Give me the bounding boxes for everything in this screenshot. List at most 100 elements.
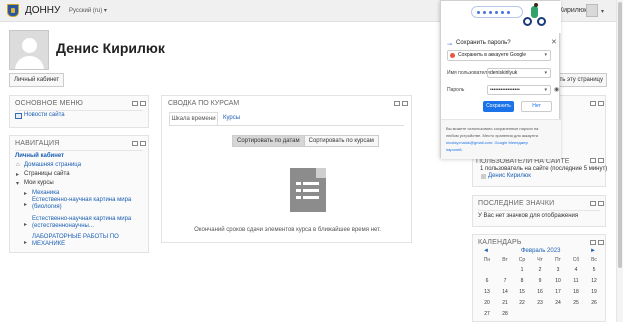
calendar-day[interactable]: 7 bbox=[497, 278, 513, 284]
calendar-day[interactable]: 11 bbox=[568, 278, 584, 284]
calendar-day[interactable]: 23 bbox=[532, 300, 548, 306]
calendar-weekday: Пт bbox=[555, 257, 561, 263]
online-user-link[interactable]: Денис Кирилюк bbox=[488, 173, 531, 179]
nav-course-natsci-line1[interactable]: Естественно-научная картина мира bbox=[32, 216, 131, 222]
calendar-day[interactable]: 28 bbox=[497, 311, 513, 317]
nav-course-labs-line2[interactable]: МЕХАНИКЕ bbox=[32, 241, 65, 247]
password-manager-link-end[interactable]: паролей. bbox=[446, 147, 556, 153]
course-overview-block: СВОДКА ПО КУРСАМ Шкала времени Курсы Сор… bbox=[161, 95, 412, 243]
menu-item-news[interactable]: Новости сайта bbox=[24, 112, 65, 118]
navigation-block: НАВИГАЦИЯ Личный кабинет ⌂ Домашняя стра… bbox=[9, 135, 149, 253]
calendar-day[interactable]: 18 bbox=[568, 289, 584, 295]
calendar-day[interactable]: 2 bbox=[532, 267, 548, 273]
nav-course-biology-line2[interactable]: (биология) bbox=[32, 204, 62, 210]
calendar-prev-icon[interactable]: ◄ bbox=[483, 248, 489, 254]
scrollbar-thumb[interactable] bbox=[618, 2, 622, 268]
chevron-down-icon: ▾ bbox=[544, 70, 547, 76]
sort-by-dates-button[interactable]: Сортировать по датам bbox=[233, 136, 304, 146]
calendar-day[interactable]: 10 bbox=[550, 278, 566, 284]
popup-footer: Вы можете использовать сохраненные парол… bbox=[441, 119, 561, 159]
home-icon: ⌂ bbox=[16, 162, 20, 168]
block-controls-icon[interactable] bbox=[394, 101, 408, 106]
calendar-day[interactable]: 9 bbox=[532, 278, 548, 284]
calendar-month-title[interactable]: Февраль 2023 bbox=[521, 248, 560, 254]
calendar-weekday: Вт bbox=[502, 257, 508, 263]
tab-timeline[interactable]: Шкала времени bbox=[169, 112, 218, 125]
footer-text-line: Вы можете использовать сохраненные парол… bbox=[446, 126, 539, 131]
eye-icon[interactable]: ◉ bbox=[554, 86, 559, 93]
expand-arrow-icon[interactable]: ▸ bbox=[24, 239, 27, 246]
calendar-day[interactable]: 8 bbox=[514, 278, 530, 284]
calendar-day[interactable]: 1 bbox=[514, 267, 530, 273]
badges-empty-message: У Вас нет значков для отображения bbox=[478, 213, 579, 219]
save-password-button[interactable]: Сохранить bbox=[483, 101, 514, 112]
key-icon: ⊸ bbox=[447, 42, 453, 48]
expand-arrow-icon[interactable]: ▸ bbox=[24, 221, 27, 228]
password-field[interactable]: ••••••••••••••••• ▾ bbox=[487, 85, 551, 95]
page-scrollbar[interactable] bbox=[616, 0, 623, 322]
calendar-day[interactable]: 4 bbox=[568, 267, 584, 273]
calendar-day[interactable]: 5 bbox=[586, 267, 602, 273]
username-field[interactable]: deniskirilyuk ▾ bbox=[487, 68, 551, 78]
nav-course-labs-line1[interactable]: ЛАБОРАТОРНЫЕ РАБОТЫ ПО bbox=[32, 234, 119, 240]
google-account-icon bbox=[450, 53, 455, 58]
nav-course-biology-line1[interactable]: Естественно-научная картина мира bbox=[32, 197, 131, 203]
nav-course-mechanics[interactable]: Механика bbox=[32, 190, 59, 196]
calendar-day[interactable]: 21 bbox=[497, 300, 513, 306]
nav-dashboard[interactable]: Личный кабинет bbox=[15, 153, 64, 159]
never-save-button[interactable]: Нет bbox=[521, 101, 552, 112]
site-brand[interactable]: ДОННУ bbox=[25, 5, 60, 16]
sort-by-courses-button[interactable]: Сортировать по курсам bbox=[303, 136, 378, 146]
calendar-day[interactable]: 24 bbox=[550, 300, 566, 306]
calendar-day[interactable]: 27 bbox=[479, 311, 495, 317]
user-avatar-small[interactable] bbox=[586, 4, 598, 17]
university-logo-icon[interactable] bbox=[7, 4, 19, 17]
save-password-question: Сохранить пароль? bbox=[456, 40, 511, 46]
block-controls-icon[interactable] bbox=[132, 141, 146, 146]
expand-arrow-icon[interactable]: ▸ bbox=[16, 171, 19, 178]
nav-course-natsci-line2[interactable]: (естественнонаучны... bbox=[32, 223, 94, 229]
calendar-day[interactable]: 14 bbox=[497, 289, 513, 295]
nav-item-my-courses[interactable]: Мои курсы bbox=[24, 180, 54, 186]
tab-courses[interactable]: Курсы bbox=[223, 112, 240, 124]
calendar-next-icon[interactable]: ► bbox=[590, 248, 596, 254]
calendar-day[interactable]: 17 bbox=[550, 289, 566, 295]
save-password-popup: ⊸ Сохранить пароль? ✕ Сохранить в аккаун… bbox=[440, 0, 561, 159]
nav-item-home[interactable]: Домашняя страница bbox=[24, 162, 81, 168]
nav-item-site-pages[interactable]: Страницы сайта bbox=[24, 171, 70, 177]
block-controls-icon[interactable] bbox=[590, 101, 604, 106]
language-selector[interactable]: Русский (ru) ▾ bbox=[69, 7, 107, 14]
calendar-day[interactable]: 16 bbox=[532, 289, 548, 295]
password-manager-link[interactable]: nicolay.maluk@gmail.com: Google Менеджер bbox=[446, 140, 556, 146]
calendar-day[interactable]: 19 bbox=[586, 289, 602, 295]
password-bubble-icon bbox=[471, 6, 523, 18]
footer-text-line: любом устройстве. Место хранения для акк… bbox=[446, 133, 539, 138]
block-controls-icon[interactable] bbox=[590, 201, 604, 206]
calendar-weekday: Вс bbox=[591, 257, 597, 263]
save-location-select[interactable]: Сохранить в аккаунте Google ▾ bbox=[447, 50, 551, 61]
calendar-day[interactable]: 25 bbox=[568, 300, 584, 306]
calendar-day[interactable]: 3 bbox=[550, 267, 566, 273]
dashboard-button[interactable]: Личный кабинет bbox=[9, 73, 65, 87]
calendar-day[interactable]: 22 bbox=[514, 300, 530, 306]
block-controls-icon[interactable] bbox=[132, 101, 146, 106]
block-title: КАЛЕНДАРЬ bbox=[478, 239, 522, 246]
calendar-day[interactable]: 13 bbox=[479, 289, 495, 295]
block-controls-icon[interactable] bbox=[590, 240, 604, 245]
chevron-down-icon: ▾ bbox=[544, 87, 547, 93]
calendar-day[interactable]: 26 bbox=[586, 300, 602, 306]
popup-illustration bbox=[441, 1, 561, 33]
calendar-day[interactable]: 6 bbox=[479, 278, 495, 284]
calendar-day[interactable]: 12 bbox=[586, 278, 602, 284]
main-menu-block: ОСНОВНОЕ МЕНЮ Новости сайта bbox=[9, 95, 149, 128]
calendar-day[interactable]: 20 bbox=[479, 300, 495, 306]
calendar-day[interactable]: 15 bbox=[514, 289, 530, 295]
user-avatar-tiny bbox=[481, 174, 486, 179]
block-controls-icon[interactable] bbox=[590, 158, 604, 163]
expand-arrow-icon[interactable]: ▸ bbox=[24, 190, 27, 197]
expand-arrow-icon[interactable]: ▸ bbox=[24, 201, 27, 208]
close-icon[interactable]: ✕ bbox=[551, 38, 557, 46]
chevron-down-icon[interactable]: ▾ bbox=[601, 8, 604, 15]
collapse-arrow-icon[interactable]: ▾ bbox=[16, 180, 19, 187]
user-menu-name[interactable]: Кирилюк bbox=[559, 7, 587, 14]
